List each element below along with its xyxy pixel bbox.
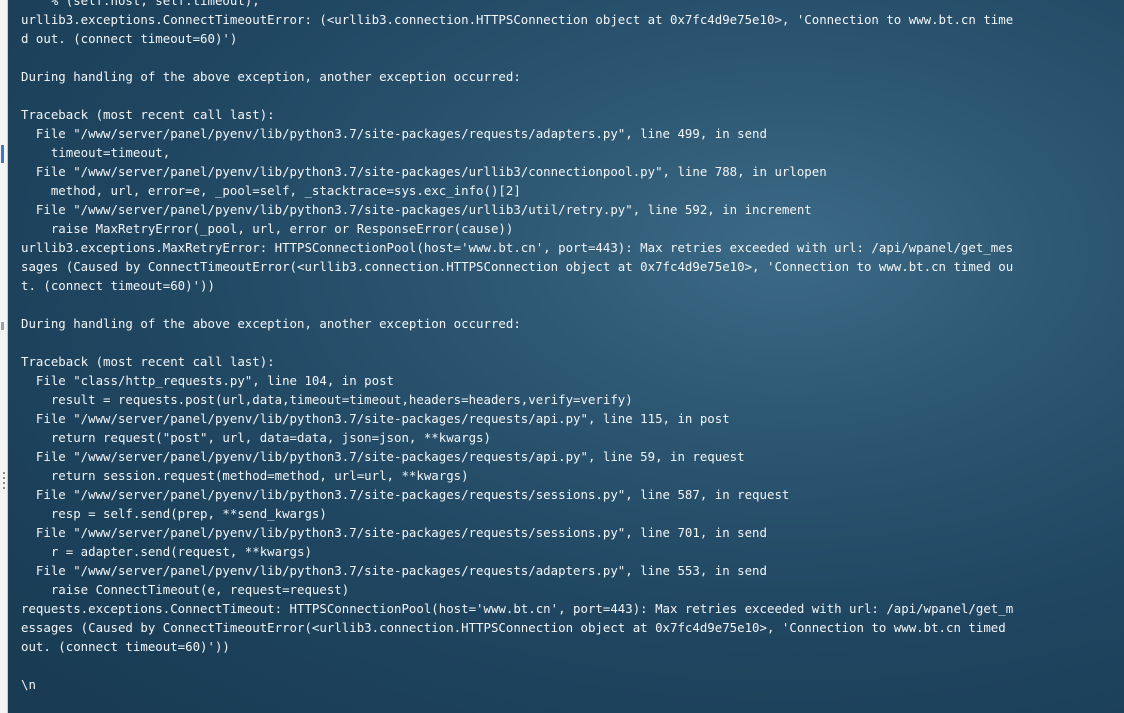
terminal-line: % (self.host, self.timeout), [21, 0, 260, 8]
terminal-line: essages (Caused by ConnectTimeoutError(<… [21, 620, 1006, 635]
terminal-line: requests.exceptions.ConnectTimeout: HTTP… [21, 601, 1014, 616]
terminal-line: sages (Caused by ConnectTimeoutError(<ur… [21, 259, 1014, 274]
terminal-output[interactable]: % (self.host, self.timeout), urllib3.exce… [21, 0, 1116, 694]
terminal-line: Traceback (most recent call last): [21, 107, 275, 122]
terminal-line: resp = self.send(prep, **send_kwargs) [21, 506, 327, 521]
left-sidebar-strip [0, 0, 8, 713]
terminal-line: File "/www/server/panel/pyenv/lib/python… [21, 563, 767, 578]
terminal-line: Traceback (most recent call last): [21, 354, 275, 369]
terminal-line: method, url, error=e, _pool=self, _stack… [21, 183, 521, 198]
terminal-line: r = adapter.send(request, **kwargs) [21, 544, 312, 559]
terminal-line: return request("post", url, data=data, j… [21, 430, 491, 445]
terminal-line: File "/www/server/panel/pyenv/lib/python… [21, 126, 767, 141]
terminal-line: raise ConnectTimeout(e, request=request) [21, 582, 350, 597]
terminal-line: return session.request(method=method, ur… [21, 468, 469, 483]
terminal-line: File "/www/server/panel/pyenv/lib/python… [21, 449, 745, 464]
sidebar-marker [1, 322, 4, 330]
terminal-line: File "/www/server/panel/pyenv/lib/python… [21, 411, 730, 426]
terminal-line: urllib3.exceptions.ConnectTimeoutError: … [21, 12, 1014, 27]
terminal-line: d out. (connect timeout=60)') [21, 31, 238, 46]
terminal-line: \n [21, 677, 36, 692]
terminal-line: File "/www/server/panel/pyenv/lib/python… [21, 202, 812, 217]
resize-grip-icon[interactable] [2, 472, 6, 494]
terminal-line: File "class/http_requests.py", line 104,… [21, 373, 394, 388]
sidebar-active-marker [1, 145, 4, 163]
terminal-line: out. (connect timeout=60)')) [21, 639, 230, 654]
terminal-line: File "/www/server/panel/pyenv/lib/python… [21, 525, 767, 540]
terminal-line: result = requests.post(url,data,timeout=… [21, 392, 633, 407]
terminal-line: raise MaxRetryError(_pool, url, error or… [21, 221, 514, 236]
terminal-line: timeout=timeout, [21, 145, 171, 160]
terminal-line: During handling of the above exception, … [21, 69, 521, 84]
terminal-line: File "/www/server/panel/pyenv/lib/python… [21, 487, 790, 502]
terminal-line: t. (connect timeout=60)')) [21, 278, 215, 293]
terminal-line: File "/www/server/panel/pyenv/lib/python… [21, 164, 827, 179]
terminal-line: urllib3.exceptions.MaxRetryError: HTTPSC… [21, 240, 1014, 255]
terminal-line: During handling of the above exception, … [21, 316, 521, 331]
